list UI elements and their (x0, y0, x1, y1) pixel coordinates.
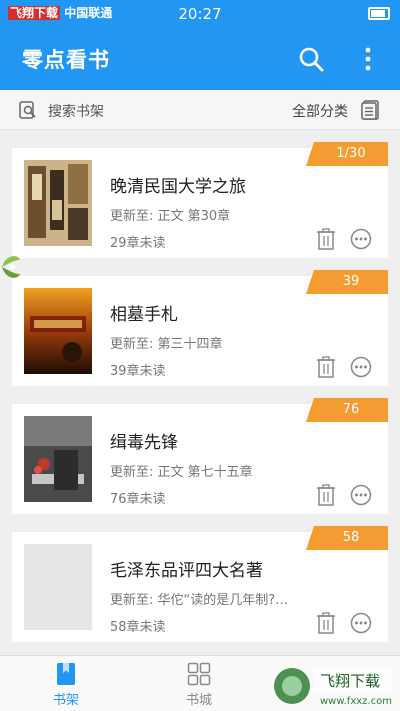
all-categories-button[interactable]: 全部分类 (292, 101, 348, 121)
nav-bookstore[interactable]: 书城 (159, 656, 239, 711)
book-card[interactable]: 1/30 晚清民国大学之旅 更新至: 正文 第30章 29章未读 (12, 142, 388, 258)
bookstore-grid-icon (187, 662, 211, 686)
status-bar: 飞翔下载 中国联通 20:27 (0, 0, 400, 28)
category-list-icon[interactable] (360, 99, 382, 121)
progress-badge: 1/30 (306, 142, 388, 166)
status-time: 20:27 (178, 5, 222, 23)
delete-icon[interactable] (316, 484, 336, 506)
book-update: 更新至: 华佗“读的是几年制?… (110, 593, 289, 608)
search-shelf-icon[interactable] (18, 100, 38, 120)
battery-icon (368, 7, 390, 20)
more-options-icon[interactable] (350, 356, 372, 378)
app-bar: 零点看书 (0, 28, 400, 90)
book-card[interactable]: 58 毛泽东品评四大名著 更新至: 华佗“读的是几年制?… 58章未读 (12, 526, 388, 642)
progress-badge: 76 (306, 398, 388, 422)
book-title: 毛泽东品评四大名著 (110, 561, 263, 581)
delete-icon[interactable] (316, 356, 336, 378)
more-options-icon[interactable] (350, 484, 372, 506)
book-update: 更新至: 第三十四章 (110, 337, 223, 352)
nav-bookshelf-label: 书架 (52, 693, 79, 708)
watermark-url: www.fxxz.com (320, 696, 392, 707)
book-unread: 76章未读 (110, 492, 166, 507)
more-button[interactable] (355, 44, 381, 74)
watermark-text: 飞翔下载 (320, 672, 380, 690)
delete-icon[interactable] (316, 228, 336, 250)
more-options-icon[interactable] (350, 228, 372, 250)
search-button[interactable] (296, 44, 326, 74)
book-card[interactable]: 76 缉毒先锋 更新至: 正文 第七十五章 76章未读 (12, 398, 388, 514)
book-unread: 39章未读 (110, 364, 166, 379)
progress-badge: 39 (306, 270, 388, 294)
book-unread: 29章未读 (110, 236, 166, 251)
nav-bookshelf[interactable]: 书架 (26, 656, 106, 711)
book-cover[interactable] (24, 160, 92, 246)
nav-bookstore-label: 书城 (185, 693, 212, 708)
app-title: 零点看书 (22, 48, 110, 72)
progress-badge: 58 (306, 526, 388, 550)
search-shelf-button[interactable]: 搜索书架 (48, 101, 104, 121)
more-vertical-icon (365, 47, 371, 71)
bookshelf-icon (57, 663, 75, 685)
book-cover[interactable] (24, 288, 92, 374)
leaf-decoration-icon (2, 256, 20, 278)
watermark-logo: 飞翔下载 www.fxxz.com (274, 668, 392, 707)
shelf-toolbar: 搜索书架 全部分类 (0, 90, 400, 130)
more-options-icon[interactable] (350, 612, 372, 634)
book-title: 缉毒先锋 (110, 433, 178, 453)
book-card[interactable]: 39 相墓手札 更新至: 第三十四章 39章未读 (12, 270, 388, 386)
search-icon (299, 47, 324, 72)
delete-icon[interactable] (316, 612, 336, 634)
book-title: 相墓手札 (110, 305, 178, 325)
book-cover[interactable] (24, 416, 92, 502)
book-title: 晚清民国大学之旅 (110, 177, 246, 197)
book-update: 更新至: 正文 第七十五章 (110, 465, 253, 480)
book-update: 更新至: 正文 第30章 (110, 209, 231, 224)
book-cover-placeholder[interactable] (24, 544, 92, 630)
book-unread: 58章未读 (110, 620, 166, 635)
